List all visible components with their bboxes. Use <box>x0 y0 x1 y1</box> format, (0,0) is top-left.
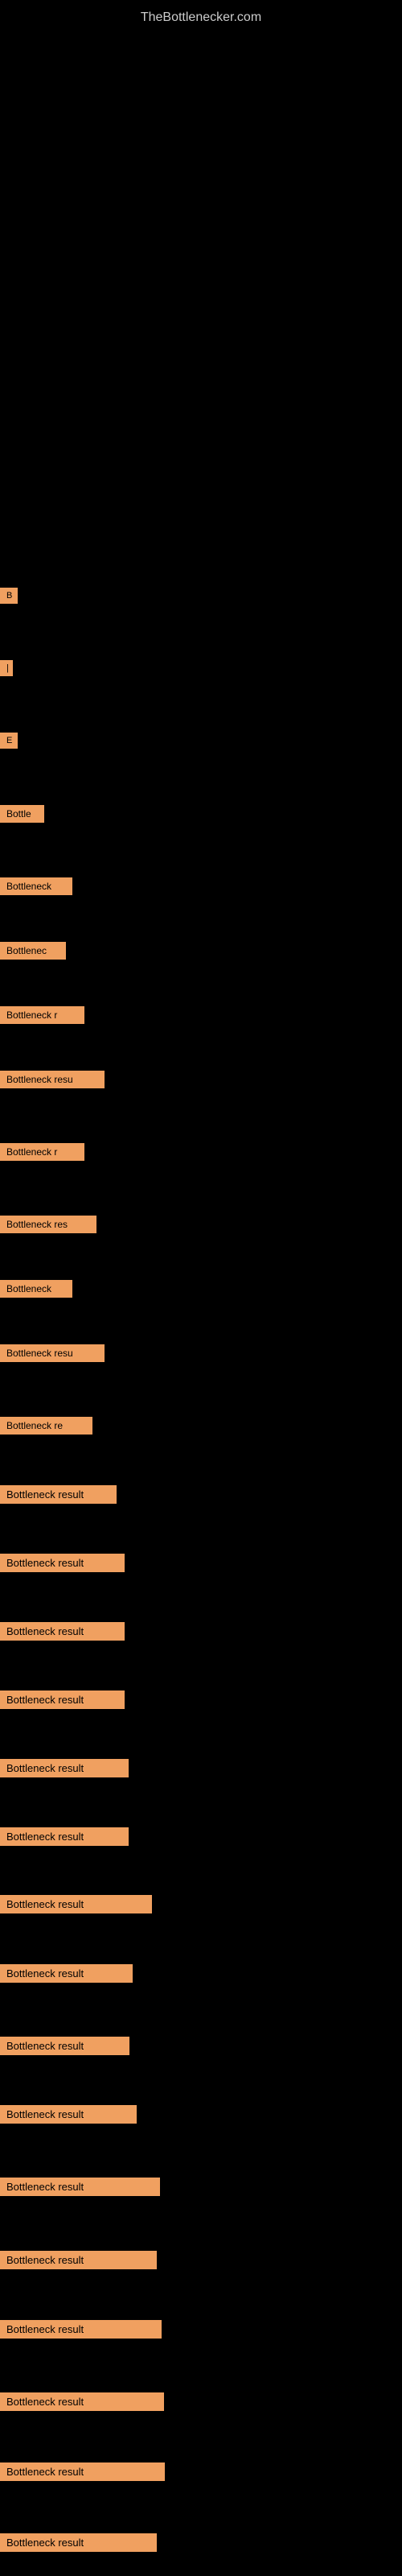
bottleneck-result-item: Bottleneck r <box>0 1006 84 1024</box>
bottleneck-result-item: Bottleneck result <box>0 2251 157 2269</box>
bottleneck-result-item: Bottleneck result <box>0 1759 129 1777</box>
bottleneck-result-item: Bottleneck result <box>0 1622 125 1641</box>
bottleneck-result-item: Bottle <box>0 805 44 823</box>
bottleneck-result-item: Bottlenec <box>0 942 66 960</box>
bottleneck-result-item: Bottleneck result <box>0 2178 160 2196</box>
bottleneck-result-item: Bottleneck result <box>0 2037 129 2055</box>
bottleneck-result-item: Bottleneck r <box>0 1143 84 1161</box>
bottleneck-result-item: Bottleneck result <box>0 2105 137 2124</box>
bottleneck-result-item: | <box>0 660 13 676</box>
bottleneck-result-item: Bottleneck result <box>0 2533 157 2552</box>
bottleneck-result-item: Bottleneck <box>0 1280 72 1298</box>
bottleneck-result-item: Bottleneck resu <box>0 1344 105 1362</box>
bottleneck-result-item: B <box>0 588 18 604</box>
bottleneck-result-item: Bottleneck result <box>0 1895 152 1913</box>
bottleneck-result-item: Bottleneck re <box>0 1417 92 1435</box>
bottleneck-result-item: Bottleneck result <box>0 1827 129 1846</box>
site-title: TheBottlenecker.com <box>0 4 402 31</box>
bottleneck-result-item: Bottleneck resu <box>0 1071 105 1088</box>
bottleneck-result-item: Bottleneck result <box>0 1554 125 1572</box>
bottleneck-result-item: Bottleneck result <box>0 2392 164 2411</box>
bottleneck-result-item: Bottleneck result <box>0 1485 117 1504</box>
bottleneck-result-item: Bottleneck result <box>0 1964 133 1983</box>
bottleneck-result-item: Bottleneck <box>0 877 72 895</box>
bottleneck-result-item: E <box>0 733 18 749</box>
bottleneck-result-item: Bottleneck result <box>0 2462 165 2481</box>
bottleneck-result-item: Bottleneck result <box>0 2320 162 2339</box>
bottleneck-result-item: Bottleneck result <box>0 1690 125 1709</box>
bottleneck-result-item: Bottleneck res <box>0 1216 96 1233</box>
